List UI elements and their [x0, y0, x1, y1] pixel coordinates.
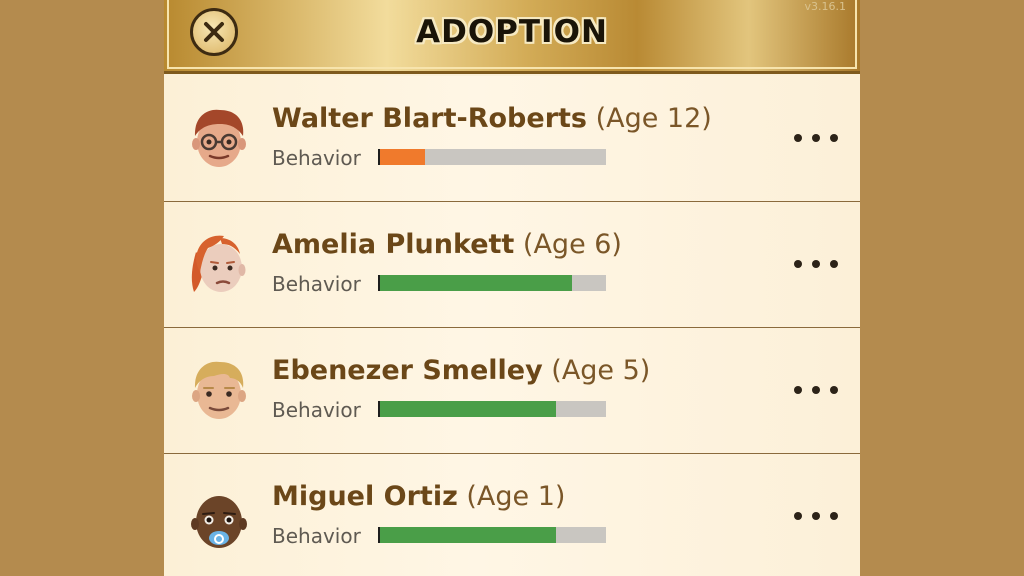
more-options-icon — [830, 260, 838, 268]
child-age: (Age 1) — [466, 481, 566, 512]
child-name: Walter Blart-Roberts — [272, 103, 587, 134]
behavior-bar — [378, 401, 606, 417]
behavior-bar — [378, 275, 606, 291]
more-options-icon — [794, 134, 802, 142]
list-item[interactable]: Walter Blart-Roberts (Age 12) Behavior — [164, 76, 860, 202]
list-item[interactable]: Miguel Ortiz (Age 1) Behavior — [164, 454, 860, 576]
child-name-line: Ebenezer Smelley (Age 5) — [272, 355, 650, 386]
boy-blond-face-icon — [192, 361, 246, 419]
behavior-label: Behavior — [272, 398, 361, 422]
more-options-icon — [812, 386, 820, 394]
version-label: v3.16.1 — [804, 0, 847, 13]
more-options-button[interactable] — [794, 510, 838, 522]
behavior-label: Behavior — [272, 272, 361, 296]
behavior-label: Behavior — [272, 524, 361, 548]
child-age: (Age 6) — [522, 229, 622, 260]
behavior-label: Behavior — [272, 146, 361, 170]
more-options-icon — [794, 512, 802, 520]
page-title: ADOPTION — [416, 14, 608, 50]
more-options-icon — [830, 386, 838, 394]
adoption-panel: ADOPTION v3.16.1 Walter Blart-Roberts (A… — [164, 0, 860, 576]
child-name: Amelia Plunkett — [272, 229, 515, 260]
more-options-icon — [812, 512, 820, 520]
boy-glasses-face-icon — [192, 109, 246, 167]
more-options-icon — [812, 260, 820, 268]
child-name: Ebenezer Smelley — [272, 355, 543, 386]
child-name: Miguel Ortiz — [272, 481, 458, 512]
more-options-icon — [812, 134, 820, 142]
behavior-bar-fill — [380, 275, 573, 291]
more-options-button[interactable] — [794, 132, 838, 144]
list-item[interactable]: Ebenezer Smelley (Age 5) Behavior — [164, 328, 860, 454]
child-name-line: Amelia Plunkett (Age 6) — [272, 229, 622, 260]
child-age: (Age 12) — [595, 103, 712, 134]
more-options-button[interactable] — [794, 258, 838, 270]
list-item[interactable]: Amelia Plunkett (Age 6) Behavior — [164, 202, 860, 328]
child-name-line: Walter Blart-Roberts (Age 12) — [272, 103, 712, 134]
more-options-icon — [794, 260, 802, 268]
behavior-bar — [378, 527, 606, 543]
child-name-line: Miguel Ortiz (Age 1) — [272, 481, 565, 512]
more-options-button[interactable] — [794, 384, 838, 396]
behavior-bar-fill — [380, 149, 426, 165]
behavior-bar-fill — [380, 527, 557, 543]
more-options-icon — [794, 386, 802, 394]
more-options-icon — [830, 512, 838, 520]
header-bar: ADOPTION v3.16.1 — [164, 0, 860, 74]
more-options-icon — [830, 134, 838, 142]
behavior-bar — [378, 149, 606, 165]
girl-red-hair-face-icon — [191, 235, 246, 292]
baby-pacifier-face-icon — [191, 496, 247, 548]
child-age: (Age 5) — [551, 355, 651, 386]
behavior-bar-fill — [380, 401, 557, 417]
children-list: Walter Blart-Roberts (Age 12) Behavior A… — [164, 76, 860, 576]
